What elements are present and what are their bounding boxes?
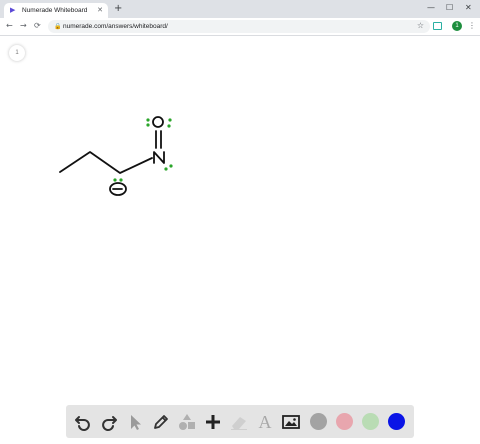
pen-icon[interactable] (151, 412, 171, 432)
text-icon[interactable]: A (255, 412, 275, 432)
nitrogen-atom (153, 151, 165, 164)
close-window-icon[interactable]: ✕ (465, 3, 472, 13)
oxygen-atom (152, 116, 164, 128)
text-tool-label: A (258, 412, 272, 432)
profile-avatar[interactable]: 1 (452, 21, 462, 31)
lone-pair-dot (146, 118, 150, 122)
lone-pair-dot (164, 167, 168, 171)
url-text[interactable]: numerade.com/answers/whiteboard/ (63, 22, 168, 31)
browser-tab-strip: ▶ Numerade Whiteboard ✕ + — ☐ ✕ (0, 0, 480, 18)
color-swatch-pink[interactable] (336, 413, 353, 430)
shapes-icon[interactable] (177, 412, 197, 432)
lone-pair-dot (169, 164, 173, 168)
new-tab-button[interactable]: + (114, 4, 122, 14)
redo-icon[interactable] (99, 412, 119, 432)
color-swatch-gray[interactable] (310, 413, 327, 430)
whiteboard-toolbar: A (66, 405, 414, 438)
lock-icon: 🔒 (54, 23, 62, 30)
tab-close-icon[interactable]: ✕ (97, 6, 103, 15)
browser-tab[interactable]: ▶ Numerade Whiteboard ✕ (4, 3, 108, 18)
browser-toolbar: ← → ⟳ 🔒 numerade.com/answers/whiteboard/… (0, 18, 480, 36)
address-bar[interactable]: 🔒 numerade.com/answers/whiteboard/ ☆ (48, 20, 430, 33)
color-swatch-green[interactable] (362, 413, 379, 430)
bookmark-star-icon[interactable]: ☆ (417, 21, 424, 31)
back-icon[interactable]: ← (6, 21, 13, 31)
minimize-icon[interactable]: — (427, 3, 435, 13)
pointer-icon[interactable] (125, 412, 145, 432)
color-swatch-blue[interactable] (388, 413, 405, 430)
lone-pair-dot (168, 118, 172, 122)
lone-pair-dot (119, 178, 123, 182)
kebab-menu-icon[interactable]: ⋮ (468, 21, 476, 31)
maximize-icon[interactable]: ☐ (446, 3, 453, 13)
undo-icon[interactable] (73, 412, 93, 432)
extension-icon[interactable] (433, 22, 442, 30)
reload-icon[interactable]: ⟳ (34, 21, 41, 31)
lone-pair-dot (167, 124, 171, 128)
image-icon[interactable] (281, 412, 301, 432)
eraser-icon[interactable] (229, 412, 249, 432)
forward-icon[interactable]: → (20, 21, 27, 31)
play-icon: ▶ (10, 6, 16, 14)
lone-pair-dot (113, 178, 117, 182)
whiteboard-canvas[interactable] (0, 36, 480, 404)
carbon-chain (59, 151, 153, 174)
lone-pair-dot (146, 123, 150, 127)
tab-title: Numerade Whiteboard (22, 7, 88, 14)
plus-icon[interactable] (203, 412, 223, 432)
